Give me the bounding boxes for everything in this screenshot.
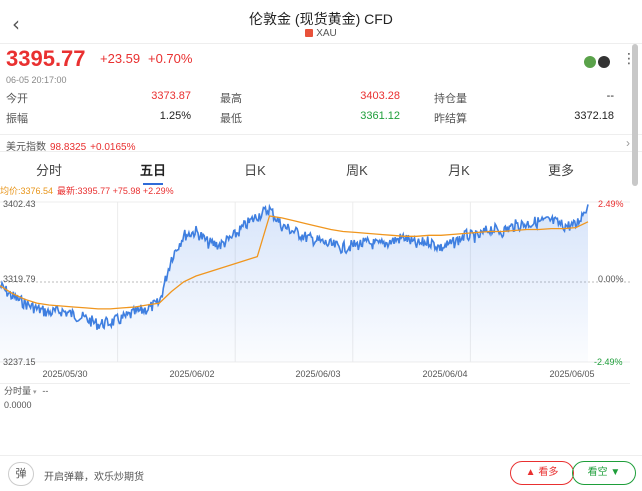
high-value: 3403.28 [360, 90, 400, 102]
stats-row: 今开 3373.87 最高 3403.28 持仓量 -- [6, 90, 616, 106]
bearish-button[interactable]: 看空 ▼ [572, 461, 636, 485]
user-avatars[interactable] [584, 53, 612, 71]
legend-avg: 均价:3376.54 [0, 186, 54, 196]
price-chart[interactable] [0, 196, 630, 368]
avatar-icon [584, 55, 596, 68]
position-label: 持仓量 [434, 93, 467, 105]
uk-flag-icon [305, 29, 314, 37]
y-label-bottom: 3237.15 [3, 357, 36, 367]
tab-monthly-k[interactable]: 月K [434, 160, 484, 179]
page-title: 伦敦金 (现货黄金) CFD [249, 11, 393, 27]
danmu-toggle-icon[interactable]: 弹 [8, 462, 34, 486]
danmu-prompt[interactable]: 开启弹幕，欢乐炒期货 [44, 468, 144, 483]
caret-down-icon: ▾ [31, 389, 39, 396]
prev-value: 3372.18 [574, 110, 614, 122]
price-change: +23.59 [100, 51, 141, 66]
volume-zero-label: 0.0000 [4, 400, 32, 410]
y-label-top: 3402.43 [3, 199, 36, 209]
low-label: 最低 [220, 113, 242, 125]
header: ‹ 伦敦金 (现货黄金) CFD XAU [0, 0, 642, 44]
amp-label: 振幅 [6, 113, 28, 125]
x-label: 2025/06/03 [295, 369, 341, 379]
pct-label-top: 2.49% [598, 199, 624, 209]
tab-more[interactable]: 更多 [536, 160, 586, 179]
tab-intraday[interactable]: 分时 [24, 160, 74, 179]
symbol-subtitle: XAU [0, 28, 642, 39]
amp-value: 1.25% [159, 110, 191, 122]
current-price: 3395.77 [6, 46, 86, 71]
high-label: 最高 [220, 93, 242, 105]
caret-down-icon: ▼ [607, 467, 621, 478]
tab-weekly-k[interactable]: 周K [332, 160, 382, 179]
position-value: -- [606, 90, 614, 102]
open-label: 今开 [6, 93, 28, 105]
x-label: 2025/06/05 [549, 369, 595, 379]
bullish-button[interactable]: ▲ 看多 [510, 461, 574, 485]
x-label: 2025/06/02 [169, 369, 215, 379]
usd-change: +0.0165% [90, 142, 136, 153]
avatar-icon [598, 55, 610, 68]
volume-panel [0, 383, 630, 453]
bottom-bar: 弹 开启弹幕，欢乐炒期货 ▲ 看多 看空 ▼ [0, 455, 642, 491]
scrollbar[interactable] [632, 44, 638, 186]
tab-daily-k[interactable]: 日K [230, 160, 280, 179]
usd-index-bar[interactable]: 美元指数 98.8325 +0.0165% › [0, 134, 642, 153]
x-label: 2025/06/04 [422, 369, 468, 379]
caret-up-icon: ▲ [525, 467, 539, 478]
usd-value: 98.8325 [50, 142, 87, 153]
low-value: 3361.12 [360, 110, 400, 122]
open-value: 3373.87 [151, 90, 191, 102]
price-change-pct: +0.70% [148, 51, 193, 66]
pct-label-bottom: -2.49% [594, 357, 623, 367]
stats-row: 振幅 1.25% 最低 3361.12 昨结算 3372.18 [6, 110, 616, 126]
legend-latest: 最新:3395.77 +75.98 +2.29% [57, 186, 174, 196]
pct-label-mid: 0.00% [598, 274, 624, 284]
volume-header[interactable]: 分时量 ▾ -- [4, 384, 48, 397]
x-label: 2025/05/30 [42, 369, 88, 379]
tab-five-day[interactable]: 五日 [128, 160, 178, 185]
quote-time: 06-05 20:17:00 [6, 75, 67, 85]
price-area [0, 204, 588, 362]
usd-label: 美元指数 [6, 142, 46, 153]
chevron-right-icon: › [626, 136, 630, 150]
y-label-mid: 3319.79 [3, 274, 36, 284]
prev-label: 昨结算 [434, 113, 467, 125]
chart-tabs: 分时 五日 日K 周K 月K 更多 [0, 154, 642, 185]
